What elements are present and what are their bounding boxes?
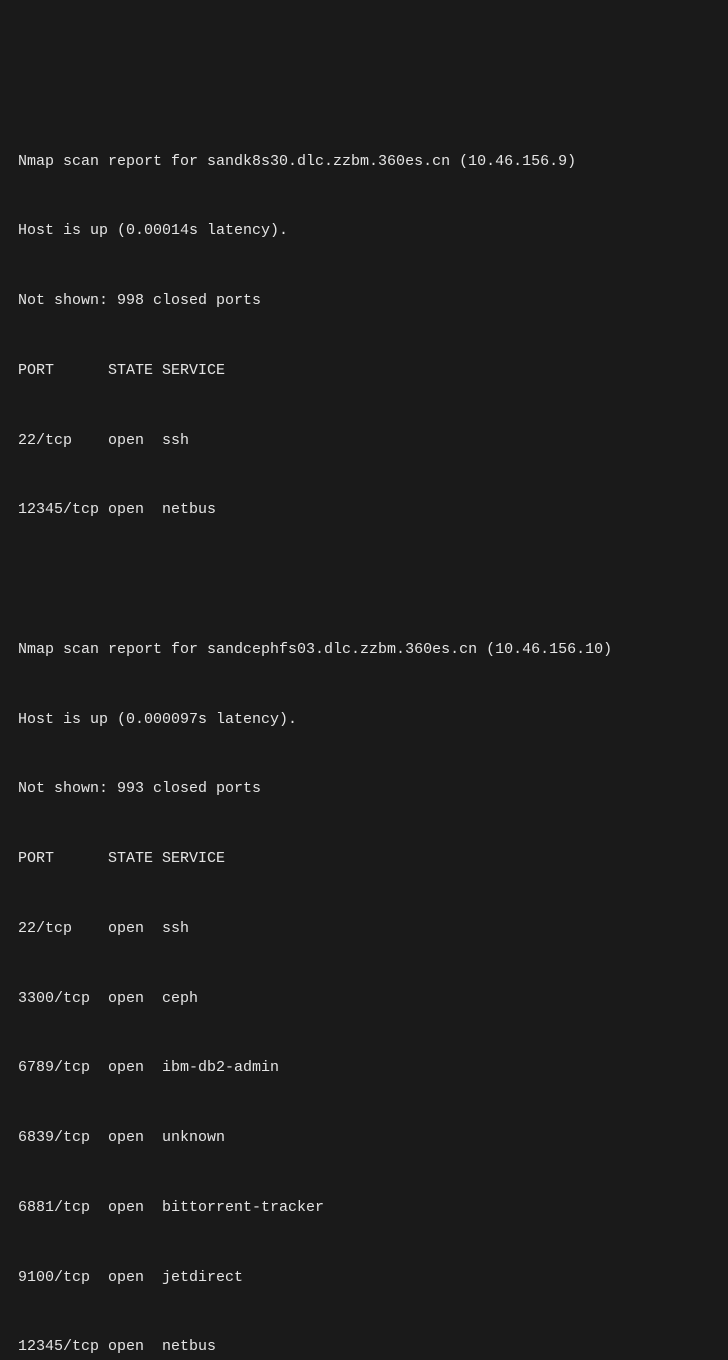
report-header: Nmap scan report for sandcephfs03.dlc.zz… <box>18 638 710 661</box>
port-row: 9100/tcp open jetdirect <box>18 1266 710 1289</box>
not-shown: Not shown: 998 closed ports <box>18 289 710 312</box>
host-status: Host is up (0.00014s latency). <box>18 219 710 242</box>
port-row: 12345/tcp open netbus <box>18 498 710 521</box>
port-row: 6839/tcp open unknown <box>18 1126 710 1149</box>
terminal-output: Nmap scan report for sandk8s30.dlc.zzbm.… <box>18 103 710 1360</box>
blank-line <box>18 568 710 591</box>
port-row: 22/tcp open ssh <box>18 917 710 940</box>
port-row: 3300/tcp open ceph <box>18 987 710 1010</box>
port-row: 6881/tcp open bittorrent-tracker <box>18 1196 710 1219</box>
port-row: 22/tcp open ssh <box>18 429 710 452</box>
port-columns: PORT STATE SERVICE <box>18 359 710 382</box>
not-shown: Not shown: 993 closed ports <box>18 777 710 800</box>
port-row: 12345/tcp open netbus <box>18 1335 710 1358</box>
report-header: Nmap scan report for sandk8s30.dlc.zzbm.… <box>18 150 710 173</box>
port-row: 6789/tcp open ibm-db2-admin <box>18 1056 710 1079</box>
host-status: Host is up (0.000097s latency). <box>18 708 710 731</box>
port-columns: PORT STATE SERVICE <box>18 847 710 870</box>
